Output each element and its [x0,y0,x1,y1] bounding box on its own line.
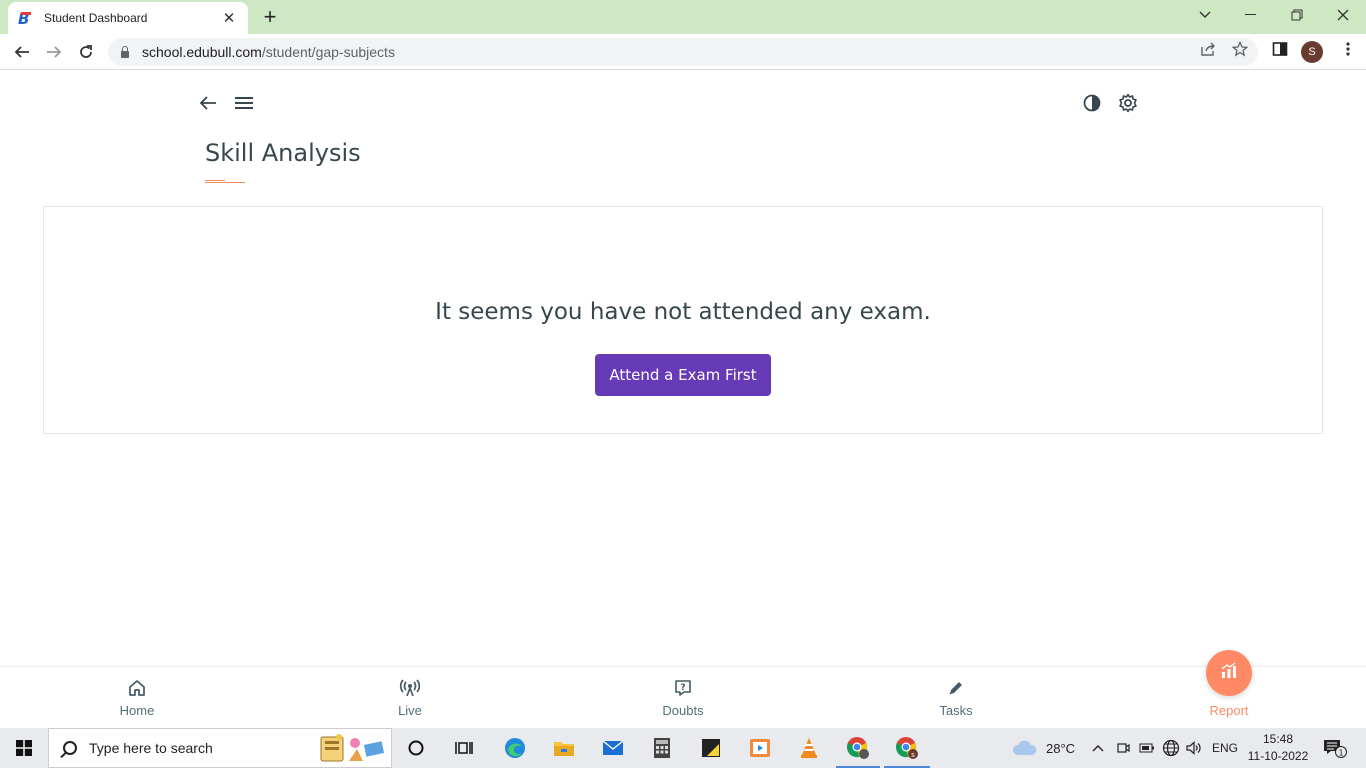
browser-back-button[interactable] [10,40,34,64]
nav-item-live[interactable]: Live [350,667,470,729]
nav-label-doubts: Doubts [662,703,704,718]
search-icon [63,741,77,755]
restore-button[interactable] [1274,0,1320,30]
task-view-icon[interactable] [449,733,479,763]
report-chart-icon [1220,661,1238,685]
browser-tab-strip: B Student Dashboard ✕ + [0,0,1366,34]
new-tab-button[interactable]: + [258,5,282,29]
tab-search-chevron-icon[interactable] [1182,0,1228,30]
clock-time: 15:48 [1262,732,1294,746]
browser-forward-button[interactable] [42,40,66,64]
network-globe-icon[interactable] [1162,728,1180,768]
media-player-icon[interactable] [745,733,775,763]
skill-analysis-card: It seems you have not attended any exam.… [43,206,1323,434]
mail-icon[interactable] [598,733,628,763]
pencil-icon [947,679,965,697]
live-broadcast-icon [399,679,421,697]
battery-icon[interactable] [1139,728,1155,768]
notification-center-icon[interactable]: 1 [1322,728,1348,768]
address-bar[interactable]: school.edubull.com/student/gap-subjects [108,38,1258,66]
close-window-button[interactable] [1320,0,1366,30]
attend-exam-button[interactable]: Attend a Exam First [595,354,771,396]
minimize-button[interactable] [1228,0,1274,30]
browser-toolbar: school.edubull.com/student/gap-subjects … [0,34,1366,70]
weather-temperature: 28°C [1046,740,1076,756]
lock-icon [120,46,130,58]
nav-label-live: Live [398,703,422,718]
url-host: school.edubull.com [142,44,262,60]
windows-start-icon[interactable] [0,728,48,768]
meet-now-icon[interactable] [1116,728,1130,768]
taskbar-search-placeholder: Type here to search [89,740,213,756]
nav-item-report[interactable] [1206,650,1252,696]
profile-avatar[interactable]: S [1301,41,1323,63]
nav-item-doubts[interactable]: ? Doubts [623,667,743,729]
contrast-toggle-icon[interactable] [1079,90,1105,116]
notification-count: 1 [1338,749,1343,758]
cortana-icon[interactable] [401,733,431,763]
url-path: /student/gap-subjects [261,44,395,60]
hamburger-menu-icon[interactable] [231,90,257,116]
nav-label-home: Home [119,703,155,718]
file-explorer-icon[interactable] [549,733,579,763]
page-title: Skill Analysis [205,139,361,167]
nav-label-tasks: Tasks [939,703,973,718]
doubt-chat-icon: ? [674,679,692,697]
windows-taskbar: Type here to search s 28°C ENG 15:48 11-… [0,728,1366,768]
page-content: Skill Analysis It seems you have not att… [0,71,1366,728]
home-icon [128,679,146,697]
edge-browser-icon[interactable] [500,733,530,763]
browser-menu-icon[interactable] [1346,41,1350,60]
nav-item-tasks[interactable]: Tasks [896,667,1016,729]
search-highlight-illustration-icon [315,731,387,772]
title-underline-divider [205,180,245,183]
reload-button[interactable] [74,40,98,64]
cloud-icon [1013,740,1037,755]
share-icon[interactable] [1200,41,1216,60]
nav-label-report: Report [1209,703,1249,718]
tab-close-icon[interactable]: ✕ [220,9,238,27]
bookmark-star-icon[interactable] [1231,40,1249,60]
sticky-notes-icon[interactable] [696,733,726,763]
bottom-navigation: Home Live ? Doubts Tasks [0,666,1366,728]
calculator-icon[interactable] [647,733,677,763]
volume-icon[interactable] [1186,728,1202,768]
system-clock[interactable]: 15:48 11-10-2022 [1244,731,1312,765]
input-language[interactable]: ENG [1212,728,1238,768]
weather-widget[interactable]: 28°C [1012,728,1075,768]
edubull-favicon-icon: B [18,10,36,28]
svg-text:?: ? [680,683,685,693]
empty-state-message: It seems you have not attended any exam. [435,299,931,325]
show-hidden-icons-chevron-icon[interactable] [1092,728,1104,768]
side-panel-icon[interactable] [1272,41,1288,60]
chrome-profile-2-icon[interactable]: s [892,733,922,763]
browser-tab[interactable]: B Student Dashboard ✕ [8,2,248,34]
chrome-profile-1-icon[interactable] [843,733,873,763]
nav-item-home[interactable]: Home [77,667,197,729]
clock-date: 11-10-2022 [1247,749,1309,763]
vlc-icon[interactable] [794,733,824,763]
taskbar-search-box[interactable]: Type here to search [48,728,392,768]
back-arrow-icon[interactable] [195,90,221,116]
settings-gear-icon[interactable] [1115,90,1141,116]
svg-text:s: s [911,751,915,759]
tab-title: Student Dashboard [44,11,148,25]
